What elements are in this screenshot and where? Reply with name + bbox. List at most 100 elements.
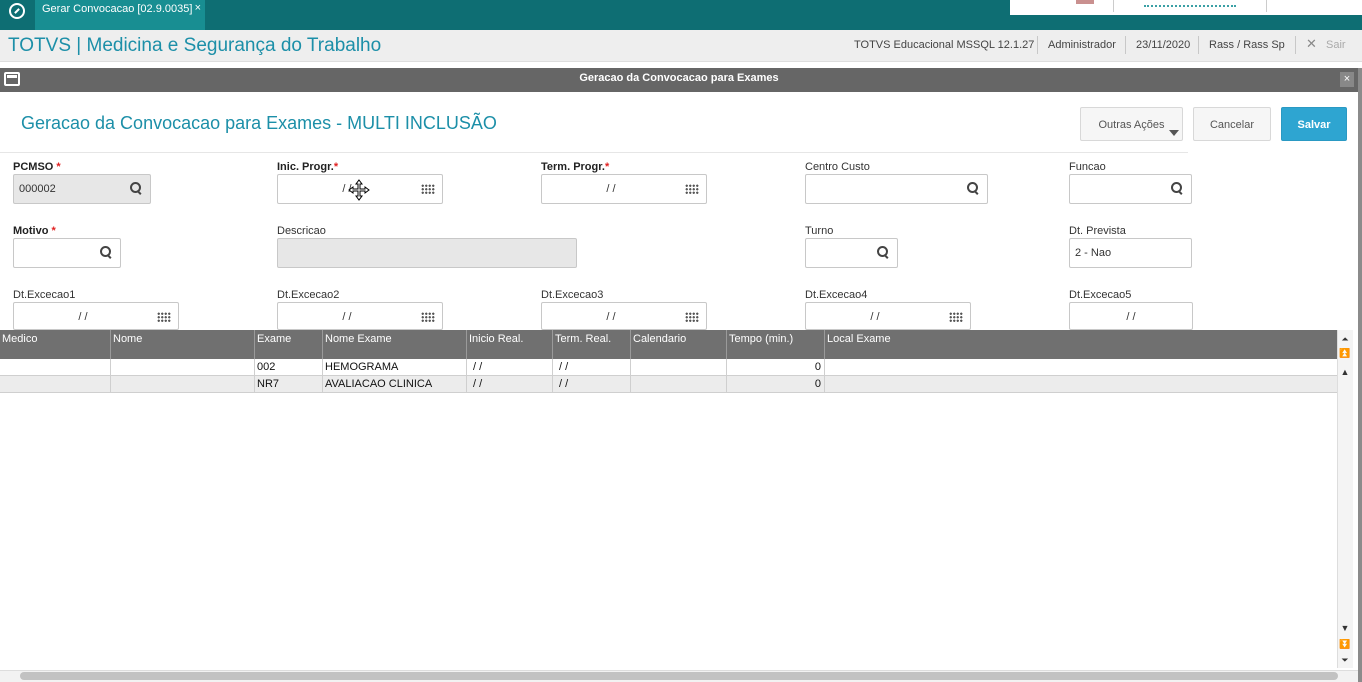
search-icon[interactable] (130, 182, 142, 194)
table-cell[interactable] (0, 376, 111, 393)
divider (1266, 0, 1267, 12)
dt-prevista-label: Dt. Prevista (1069, 225, 1126, 237)
table-cell[interactable] (825, 376, 1337, 393)
tab-label: Gerar Convocacao [02.9.0035] (42, 3, 193, 15)
dt-excecao4-field[interactable]: / / (805, 302, 971, 330)
pcmso-value: 000002 (19, 183, 56, 195)
dt-excecao3-field[interactable]: / / (541, 302, 707, 330)
scroll-page-down-icon[interactable]: ⏬ (1338, 638, 1352, 650)
search-icon[interactable] (877, 246, 889, 258)
motivo-label: Motivo * (13, 225, 56, 237)
totvs-logo-icon[interactable] (9, 3, 25, 19)
column-header-medico[interactable]: Medico (0, 330, 111, 359)
turno-label: Turno (805, 225, 834, 237)
table-cell[interactable]: 0 (727, 376, 825, 393)
search-icon[interactable] (967, 182, 979, 194)
table-cell[interactable]: / / (553, 376, 631, 393)
user-label[interactable]: Administrador (1048, 39, 1116, 51)
scroll-down-icon[interactable]: ▼ (1338, 622, 1352, 634)
centro-custo-label: Centro Custo (805, 161, 870, 173)
search-icon[interactable] (100, 246, 112, 258)
table-cell[interactable]: AVALIACAO CLINICA (323, 376, 467, 393)
date-label[interactable]: 23/11/2020 (1136, 39, 1190, 51)
save-button[interactable]: Salvar (1281, 107, 1347, 141)
move-cursor-icon (348, 179, 370, 201)
dt-excecao4-label: Dt.Excecao4 (805, 289, 868, 301)
calendar-icon[interactable] (421, 184, 435, 195)
table-cell[interactable]: 0 (727, 359, 825, 376)
dt-prevista-select[interactable]: 2 - Nao (1069, 238, 1192, 268)
dt-excecao5-field[interactable]: / / (1069, 302, 1193, 330)
other-actions-label: Outras Ações (1098, 119, 1165, 131)
table-cell[interactable]: HEMOGRAMA (323, 359, 467, 376)
table-cell[interactable]: 002 (255, 359, 323, 376)
dt-excecao2-field[interactable]: / / (277, 302, 443, 330)
divider (0, 152, 1188, 153)
descricao-field[interactable] (277, 238, 577, 268)
calendar-icon[interactable] (157, 312, 171, 323)
window-icon (4, 72, 20, 86)
dt-excecao3-label: Dt.Excecao3 (541, 289, 604, 301)
calendar-icon[interactable] (685, 184, 699, 195)
other-actions-button[interactable]: Outras Ações (1080, 107, 1183, 141)
cancel-button[interactable]: Cancelar (1193, 107, 1271, 141)
column-header-nome[interactable]: Nome (111, 330, 255, 359)
column-header-local-exame[interactable]: Local Exame (825, 330, 1337, 359)
column-header-nome-exame[interactable]: Nome Exame (323, 330, 467, 359)
centro-custo-field[interactable] (805, 174, 988, 204)
pcmso-field[interactable]: 000002 (13, 174, 151, 204)
table-cell[interactable] (111, 376, 255, 393)
calendar-icon[interactable] (685, 312, 699, 323)
environment-label: TOTVS Educacional MSSQL 12.1.27 (854, 39, 1035, 51)
dt-excecao2-value: / / (342, 311, 352, 323)
window-edge (1358, 68, 1362, 682)
table-cell[interactable]: NR7 (255, 376, 323, 393)
exit-icon[interactable]: ✕ (1306, 36, 1317, 52)
term-progr-label: Term. Progr.* (541, 161, 610, 173)
scroll-page-up-icon[interactable]: ⏫ (1338, 347, 1352, 359)
table-cell[interactable] (0, 359, 111, 376)
dt-excecao1-field[interactable]: / / (13, 302, 179, 330)
chevron-down-icon (1169, 130, 1179, 136)
column-header-calendario[interactable]: Calendario (631, 330, 727, 359)
table-cell[interactable] (631, 359, 727, 376)
calendar-icon[interactable] (949, 312, 963, 323)
scroll-bottom-icon[interactable]: ⏷ (1338, 654, 1352, 666)
table-cell[interactable]: / / (467, 376, 553, 393)
table-cell[interactable] (631, 376, 727, 393)
column-header-term-real[interactable]: Term. Real. (553, 330, 631, 359)
motivo-field[interactable] (13, 238, 121, 268)
tab-gerar-convocacao[interactable]: Gerar Convocacao [02.9.0035] × (35, 0, 205, 30)
dt-prevista-value: 2 - Nao (1075, 247, 1112, 259)
dt-excecao1-label: Dt.Excecao1 (13, 289, 76, 301)
divider (1113, 0, 1114, 12)
table-cell[interactable]: / / (553, 359, 631, 376)
dt-excecao4-value: / / (870, 311, 880, 323)
term-progr-value: / / (606, 183, 616, 195)
tab-close-icon[interactable]: × (195, 2, 201, 14)
calendar-icon[interactable] (421, 312, 435, 323)
scrollbar-thumb[interactable] (20, 672, 1338, 680)
dt-excecao5-label: Dt.Excecao5 (1069, 289, 1132, 301)
dialog-close-button[interactable]: × (1340, 72, 1354, 87)
table-cell[interactable]: / / (467, 359, 553, 376)
divider (1037, 36, 1038, 54)
term-progr-field[interactable]: / / (541, 174, 707, 204)
turno-field[interactable] (805, 238, 898, 268)
search-icon[interactable] (1171, 182, 1183, 194)
grid-vertical-scrollbar[interactable] (1337, 330, 1353, 668)
scroll-up-icon[interactable]: ▲ (1338, 366, 1352, 378)
column-header-tempo[interactable]: Tempo (min.) (727, 330, 825, 359)
divider (1295, 36, 1296, 54)
column-header-exame[interactable]: Exame (255, 330, 323, 359)
column-header-inicio-real[interactable]: Inicio Real. (467, 330, 553, 359)
dt-excecao5-value: / / (1126, 311, 1136, 323)
table-cell[interactable] (111, 359, 255, 376)
branch-label[interactable]: Rass / Rass Sp (1209, 39, 1285, 51)
table-cell[interactable] (825, 359, 1337, 376)
scroll-top-icon[interactable]: ⏶ (1338, 333, 1352, 345)
exit-button[interactable]: Sair (1326, 39, 1346, 51)
page-title: Geracao da Convocacao para Exames - MULT… (21, 113, 497, 133)
funcao-field[interactable] (1069, 174, 1192, 204)
descricao-label: Descricao (277, 225, 326, 237)
